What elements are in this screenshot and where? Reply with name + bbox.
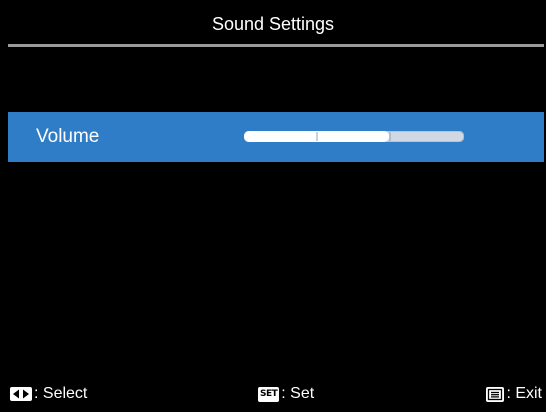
title-divider — [8, 44, 544, 47]
footer-hints: : Select SET : Set : Exit — [0, 385, 546, 409]
header: Sound Settings — [0, 0, 546, 48]
hint-set: SET : Set — [258, 385, 314, 403]
menu-list-icon — [486, 386, 505, 402]
menu-item-volume[interactable]: Volume — [8, 112, 544, 162]
hint-select: : Select — [10, 385, 87, 403]
menu-item-label: Volume — [36, 126, 100, 147]
page-title: Sound Settings — [211, 14, 335, 34]
hint-exit: : Exit — [486, 385, 542, 403]
hint-set-label: : Set — [281, 385, 315, 402]
volume-slider[interactable] — [244, 131, 464, 142]
hint-select-label: : Select — [34, 385, 88, 402]
hint-exit-label: : Exit — [506, 385, 542, 402]
left-right-arrows-icon — [10, 387, 32, 401]
volume-slider-track — [244, 131, 464, 142]
set-button-icon: SET — [258, 386, 280, 402]
